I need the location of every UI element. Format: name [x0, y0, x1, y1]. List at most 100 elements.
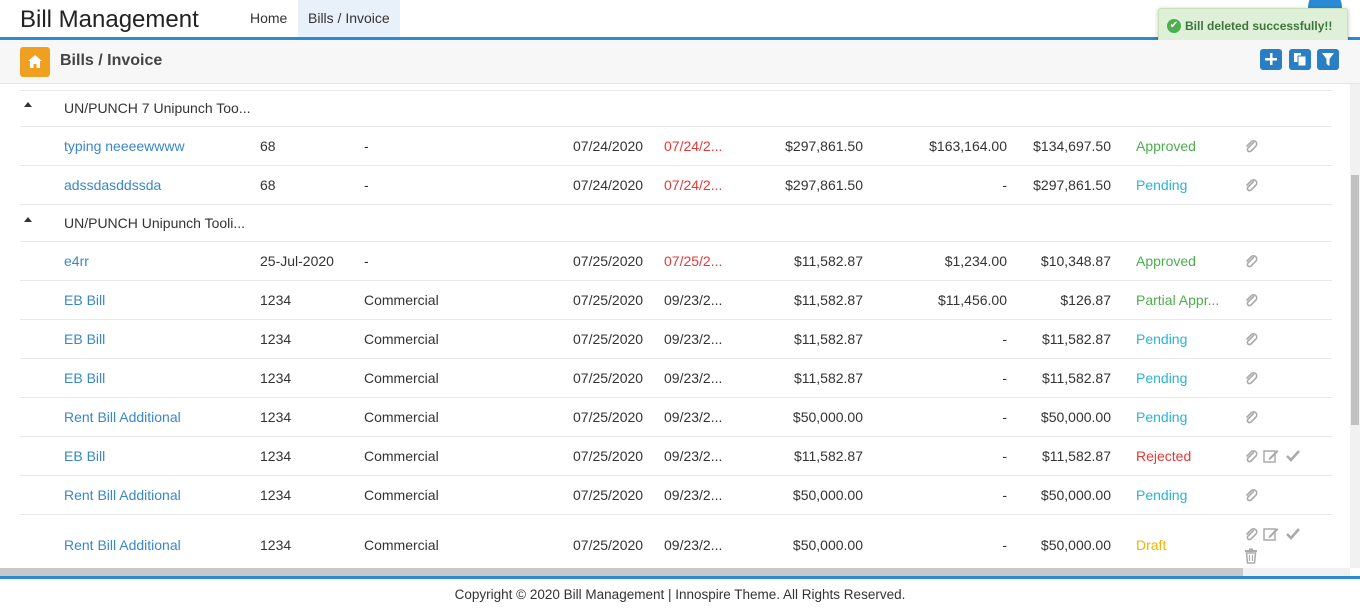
paperclip-icon[interactable]	[1243, 448, 1259, 464]
bill-name-link[interactable]: EB Bill	[64, 448, 254, 464]
paid-amount: -	[1002, 177, 1007, 193]
horizontal-scrollbar[interactable]	[0, 568, 1350, 576]
group-header[interactable]: UN/PUNCH Unipunch Tooli...	[0, 205, 1350, 242]
paid-amount: -	[1002, 370, 1007, 386]
paperclip-icon[interactable]	[1243, 253, 1259, 269]
bill-name-link[interactable]: EB Bill	[64, 292, 254, 308]
due-date: 07/25/2...	[664, 253, 723, 269]
bill-number: 1234	[260, 331, 292, 347]
balance-amount: $10,348.87	[1040, 253, 1111, 269]
bill-name-link[interactable]: Rent Bill Additional	[64, 537, 254, 553]
bill-number: 1234	[260, 370, 292, 386]
due-date: 09/23/2...	[664, 487, 723, 503]
paid-amount: -	[1002, 331, 1007, 347]
status-badge: Pending	[1136, 177, 1188, 193]
bill-number: 68	[260, 177, 276, 193]
add-bill-button[interactable]	[1260, 49, 1282, 70]
app-title: Bill Management	[20, 6, 199, 33]
paperclip-icon[interactable]	[1243, 370, 1259, 386]
bill-name-link[interactable]: EB Bill	[64, 331, 254, 347]
bill-number: 1234	[260, 409, 292, 425]
bill-number: 25-Jul-2020	[260, 253, 334, 269]
paperclip-icon[interactable]	[1243, 292, 1259, 308]
paperclip-icon[interactable]	[1243, 487, 1259, 503]
table-row: EB Bill 1234 Commercial 07/25/2020 09/23…	[0, 437, 1350, 476]
status-badge: Approved	[1136, 138, 1196, 154]
table-row: typing neeeewwww 68 - 07/24/2020 07/24/2…	[0, 127, 1350, 166]
bill-amount: $11,582.87	[793, 448, 863, 464]
status-badge: Pending	[1136, 370, 1188, 386]
status-badge: Approved	[1136, 253, 1196, 269]
table-row: EB Bill 1234 Commercial 07/25/2020 09/23…	[0, 320, 1350, 359]
trash-icon[interactable]	[1243, 548, 1259, 564]
success-toast[interactable]: ✔ Bill deleted successfully!!	[1158, 8, 1348, 44]
bill-type: -	[364, 138, 369, 154]
bill-date: 07/25/2020	[573, 253, 644, 269]
approve-check-icon[interactable]	[1285, 526, 1301, 542]
table-row: Rent Bill Additional 1234 Commercial 07/…	[0, 515, 1350, 568]
table-row: e4rr 25-Jul-2020 - 07/25/2020 07/25/2...…	[0, 242, 1350, 281]
group-header[interactable]: UN/PUNCH 7 Unipunch Too...	[0, 90, 1350, 127]
due-date: 09/23/2...	[664, 331, 723, 347]
bill-name-link[interactable]: typing neeeewwww	[64, 138, 254, 154]
bill-amount: $297,861.50	[785, 138, 863, 154]
bill-type: -	[364, 177, 369, 193]
status-badge: Pending	[1136, 331, 1188, 347]
collapse-caret-icon[interactable]	[24, 217, 32, 222]
edit-icon[interactable]	[1263, 526, 1279, 542]
bill-name-link[interactable]: EB Bill	[64, 370, 254, 386]
bill-number: 1234	[260, 537, 292, 553]
status-badge: Draft	[1136, 537, 1167, 553]
edit-icon[interactable]	[1263, 448, 1279, 464]
nav-tab-home[interactable]: Home	[240, 0, 297, 37]
paid-amount: -	[1002, 537, 1007, 553]
bill-type: Commercial	[364, 537, 439, 553]
balance-amount: $126.87	[1060, 292, 1111, 308]
paperclip-icon[interactable]	[1243, 409, 1259, 425]
due-date: 07/24/2...	[664, 177, 723, 193]
balance-amount: $11,582.87	[1041, 448, 1111, 464]
table-row: adssdasddssda 68 - 07/24/2020 07/24/2...…	[0, 166, 1350, 205]
status-badge: Rejected	[1136, 448, 1192, 464]
group-name: UN/PUNCH Unipunch Tooli...	[64, 215, 246, 231]
paperclip-icon[interactable]	[1243, 331, 1259, 347]
bill-number: 1234	[260, 448, 292, 464]
vertical-scrollbar-thumb[interactable]	[1351, 175, 1359, 425]
horizontal-scrollbar-track[interactable]	[1243, 568, 1350, 576]
home-button[interactable]	[20, 47, 50, 77]
balance-amount: $134,697.50	[1033, 138, 1111, 154]
balance-amount: $11,582.87	[1041, 370, 1111, 386]
paid-amount: -	[1002, 448, 1007, 464]
paperclip-icon[interactable]	[1243, 526, 1259, 542]
copy-icon	[1294, 53, 1306, 66]
page-title: Bills / Invoice	[60, 52, 163, 69]
balance-amount: $50,000.00	[1040, 537, 1111, 553]
bill-type: -	[364, 253, 369, 269]
top-navbar: Bill Management Home Bills / Invoice	[0, 0, 1360, 38]
paid-amount: -	[1002, 409, 1007, 425]
bill-type: Commercial	[364, 331, 439, 347]
filter-button[interactable]	[1317, 49, 1339, 70]
status-badge: Partial Appr...	[1136, 292, 1220, 308]
paperclip-icon[interactable]	[1243, 138, 1259, 154]
home-icon	[28, 55, 42, 68]
bill-name-link[interactable]: adssdasddssda	[64, 177, 254, 193]
nav-tab-bills-invoice[interactable]: Bills / Invoice	[298, 0, 400, 37]
due-date: 07/24/2...	[664, 138, 723, 154]
copy-button[interactable]	[1289, 49, 1311, 70]
bill-type: Commercial	[364, 370, 439, 386]
balance-amount: $50,000.00	[1040, 409, 1111, 425]
paperclip-icon[interactable]	[1243, 177, 1259, 193]
bill-name-link[interactable]: Rent Bill Additional	[64, 487, 254, 503]
group-name: UN/PUNCH 7 Unipunch Too...	[64, 100, 251, 116]
collapse-caret-icon[interactable]	[24, 102, 32, 107]
paid-amount: $11,456.00	[937, 292, 1007, 308]
balance-amount: $297,861.50	[1033, 177, 1111, 193]
status-badge: Pending	[1136, 487, 1188, 503]
approve-check-icon[interactable]	[1285, 448, 1301, 464]
bill-number: 1234	[260, 487, 292, 503]
bill-name-link[interactable]: Rent Bill Additional	[64, 409, 254, 425]
status-badge: Pending	[1136, 409, 1188, 425]
bill-date: 07/25/2020	[573, 409, 644, 425]
bill-name-link[interactable]: e4rr	[64, 253, 254, 269]
